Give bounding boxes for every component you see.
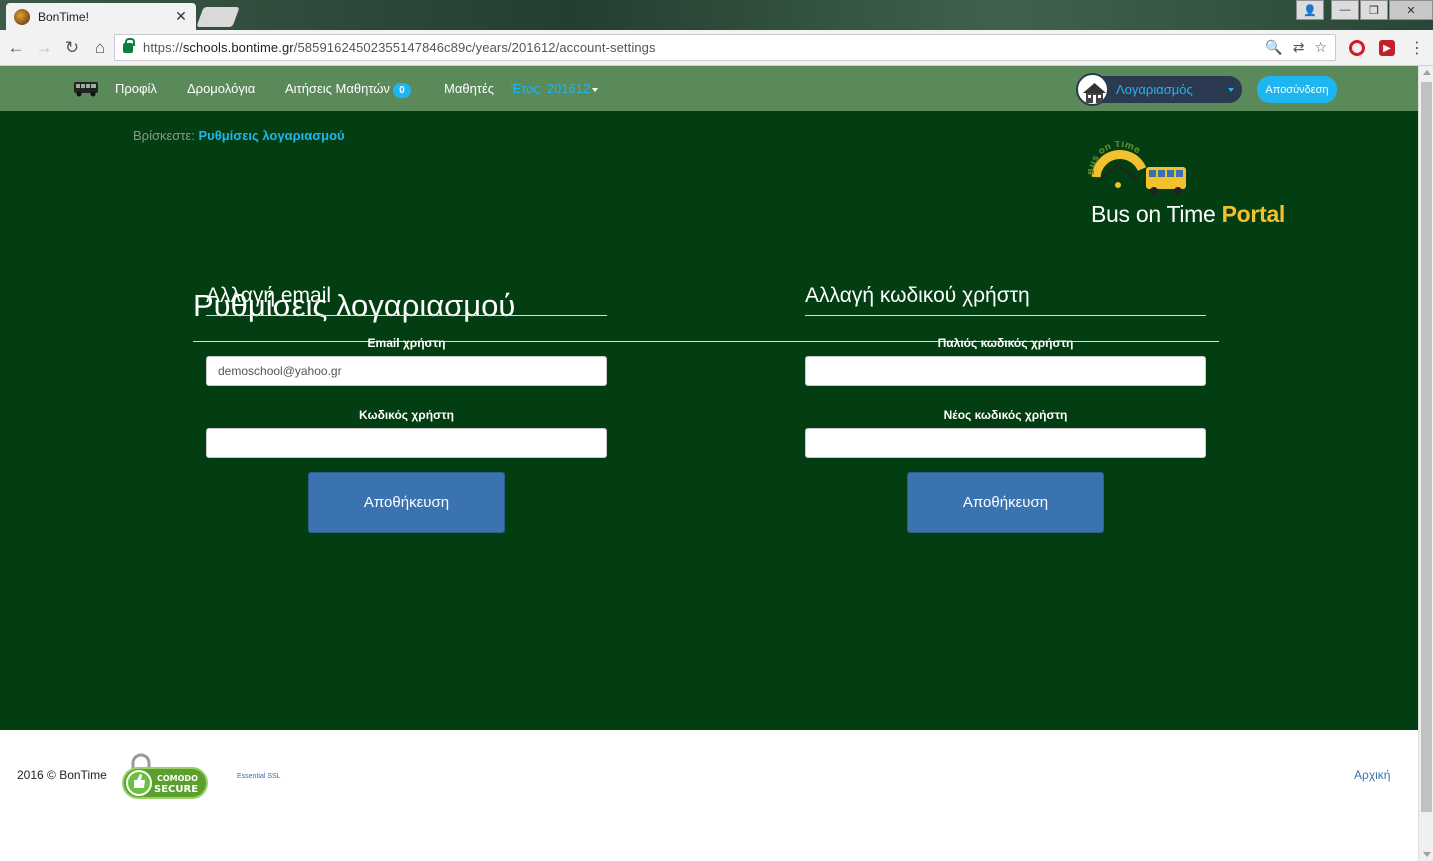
brand-text: Bus on Time Portal: [1091, 201, 1285, 228]
back-arrow-icon[interactable]: ←: [4, 36, 28, 60]
new-password-label: Νέος κωδικός χρήστη: [943, 408, 1068, 422]
change-password-title: Αλλαγή κωδικού χρήστη: [805, 284, 1206, 316]
brand-portal: Portal: [1221, 201, 1286, 227]
nav-profile-link[interactable]: Προφίλ: [115, 81, 157, 96]
save-password-button[interactable]: Αποθήκευση: [907, 472, 1104, 533]
new-tab-button[interactable]: [196, 7, 240, 27]
brand-name: Bus on Time: [1091, 201, 1216, 227]
account-dropdown[interactable]: Λογαριασμός: [1076, 73, 1242, 106]
breadcrumb: Βρίσκεστε: Ρυθμίσεις λογαριασμού: [133, 128, 345, 143]
home-icon[interactable]: ⌂: [88, 36, 112, 60]
tab-title: BonTime!: [38, 9, 89, 24]
email-label: Email χρήστη: [367, 336, 446, 350]
school-building-icon: [1083, 83, 1106, 103]
bus-logo-graphic-icon: Bus on Time: [1087, 140, 1186, 195]
browser-menu-icon[interactable]: ⋮: [1409, 38, 1425, 58]
bookmark-star-icon[interactable]: ☆: [1314, 39, 1327, 56]
zoom-icon[interactable]: 🔍: [1265, 39, 1282, 56]
opera-extension-icon[interactable]: [1349, 40, 1365, 56]
bus-on-time-logo: Bus on Time Bus on Time Portal: [1087, 140, 1298, 231]
forward-arrow-icon[interactable]: →: [32, 36, 56, 60]
nav-routes-link[interactable]: Δρομολόγια: [187, 81, 255, 96]
comodo-bottom-text: SECURE: [154, 784, 198, 795]
tab-close-icon[interactable]: ✕: [174, 8, 188, 25]
address-bar[interactable]: https://schools.bontime.gr/5859162450235…: [114, 34, 1336, 61]
change-email-panel: Αλλαγή email Email χρήστη Κωδικός χρήστη…: [206, 284, 607, 533]
change-email-title: Αλλαγή email: [206, 284, 607, 316]
site-footer: 2016 © BonTime COMODO SECURE Essential S…: [0, 730, 1418, 861]
year-dropdown[interactable]: Έτος: 201612: [511, 81, 599, 96]
restore-icon[interactable]: ❐: [1360, 0, 1388, 20]
school-avatar: [1076, 73, 1109, 106]
nav-requests-link[interactable]: Αιτήσεις Μαθητών 0: [285, 81, 411, 98]
logout-button[interactable]: Αποσύνδεση: [1257, 76, 1337, 103]
email-input[interactable]: [206, 356, 607, 386]
nav-requests-label: Αιτήσεις Μαθητών: [285, 81, 390, 96]
requests-count-badge: 0: [392, 83, 411, 98]
window-controls: 👤 — ❐ ✕: [1295, 0, 1433, 20]
copyright-text: 2016 © BonTime: [17, 768, 107, 782]
footer-home-link[interactable]: Αρχική: [1354, 768, 1390, 782]
scroll-down-icon[interactable]: [1423, 852, 1431, 857]
extension-icons: ▶ ⋮: [1349, 38, 1425, 58]
change-password-panel: Αλλαγή κωδικού χρήστη Παλιός κωδικός χρή…: [805, 284, 1206, 533]
url-scheme: https://: [143, 40, 183, 55]
old-password-label: Παλιός κωδικός χρήστη: [937, 336, 1074, 350]
reload-icon[interactable]: ↻: [60, 36, 84, 60]
red-extension-icon[interactable]: ▶: [1379, 40, 1395, 56]
breadcrumb-current[interactable]: Ρυθμίσεις λογαριασμού: [198, 128, 344, 143]
omnibox-icons: 🔍 ⇄ ☆: [1265, 39, 1327, 56]
scroll-up-icon[interactable]: [1423, 70, 1431, 75]
profile-icon[interactable]: 👤: [1296, 0, 1324, 20]
page-scrollbar[interactable]: [1418, 66, 1433, 861]
email-password-label: Κωδικός χρήστη: [359, 408, 454, 422]
nav-students-link[interactable]: Μαθητές: [444, 81, 494, 96]
url-path: /58591624502355147846c89c/years/201612/a…: [293, 40, 656, 55]
translate-icon[interactable]: ⇄: [1293, 39, 1305, 56]
browser-tab-active[interactable]: BonTime! ✕: [6, 3, 196, 30]
year-label: Έτος: 201612: [511, 81, 591, 96]
bus-logo-icon[interactable]: [73, 79, 99, 97]
close-window-icon[interactable]: ✕: [1389, 0, 1433, 20]
url-host: schools.bontime.gr: [182, 40, 294, 55]
bontime-favicon-icon: [14, 8, 30, 25]
browser-titlebar: BonTime! ✕ 👤 — ❐ ✕: [0, 0, 1433, 30]
minimize-icon[interactable]: —: [1331, 0, 1359, 20]
comodo-top-text: COMODO: [157, 774, 198, 783]
site-navbar: Προφίλ Δρομολόγια Αιτήσεις Μαθητών 0 Μαθη…: [0, 66, 1418, 111]
new-password-input[interactable]: [805, 428, 1206, 458]
account-caret-icon: [1228, 87, 1234, 92]
url-text: https://schools.bontime.gr/5859162450235…: [143, 40, 656, 55]
breadcrumb-prefix: Βρίσκεστε:: [133, 128, 195, 143]
secure-lock-icon[interactable]: [123, 37, 135, 53]
browser-toolbar: ← → ↻ ⌂ https://schools.bontime.gr/58591…: [0, 30, 1433, 66]
email-password-input[interactable]: [206, 428, 607, 458]
essential-ssl-link[interactable]: Essential SSL: [237, 773, 281, 780]
scroll-thumb[interactable]: [1421, 82, 1432, 812]
account-label: Λογαριασμός: [1116, 82, 1193, 97]
save-email-button[interactable]: Αποθήκευση: [308, 472, 505, 533]
old-password-input[interactable]: [805, 356, 1206, 386]
comodo-secure-seal-icon[interactable]: COMODO SECURE: [121, 752, 209, 800]
year-caret-icon: [592, 87, 599, 92]
